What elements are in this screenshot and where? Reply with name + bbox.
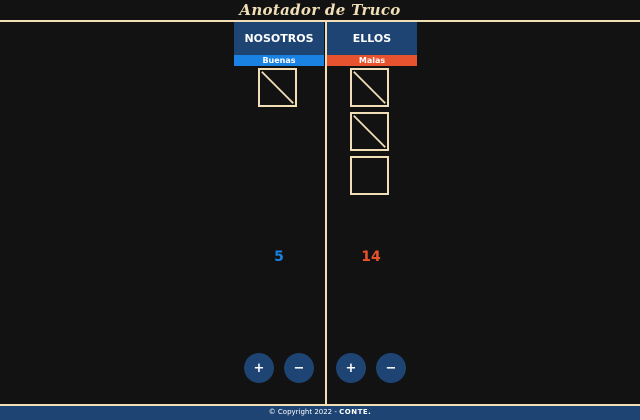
tally-box-ellos-3 <box>350 156 389 195</box>
tally-box-ellos-2 <box>350 112 389 151</box>
team-header-ellos: ELLOS <box>327 22 417 55</box>
add-point-ellos-button[interactable]: + <box>336 353 366 383</box>
tally-box-diagonal-icon <box>353 115 386 148</box>
team-name-ellos: ELLOS <box>352 32 392 45</box>
tally-box-diagonal-icon <box>261 71 294 104</box>
footer: © Copyright 2022 - CONTE. <box>0 404 640 420</box>
remove-point-ellos-button[interactable]: − <box>376 353 406 383</box>
brand-logo: CONTE. <box>339 408 372 416</box>
team-status-ellos: Malas <box>327 55 417 66</box>
score-nosotros: 5 <box>274 249 284 265</box>
copyright-text: © Copyright 2022 - <box>268 408 337 416</box>
add-point-nosotros-button[interactable]: + <box>244 353 274 383</box>
app-header: Anotador de Truco <box>0 0 640 22</box>
app-title: Anotador de Truco <box>239 1 401 19</box>
column-divider <box>325 22 327 406</box>
tally-box-ellos-1 <box>350 68 389 107</box>
team-header-nosotros: NOSOTROS <box>234 22 324 55</box>
tally-box-nosotros-1 <box>258 68 297 107</box>
team-name-nosotros: NOSOTROS <box>244 32 314 45</box>
remove-point-nosotros-button[interactable]: − <box>284 353 314 383</box>
team-status-nosotros: Buenas <box>234 55 324 66</box>
tally-box-diagonal-icon <box>353 71 386 104</box>
score-ellos: 14 <box>361 249 381 265</box>
